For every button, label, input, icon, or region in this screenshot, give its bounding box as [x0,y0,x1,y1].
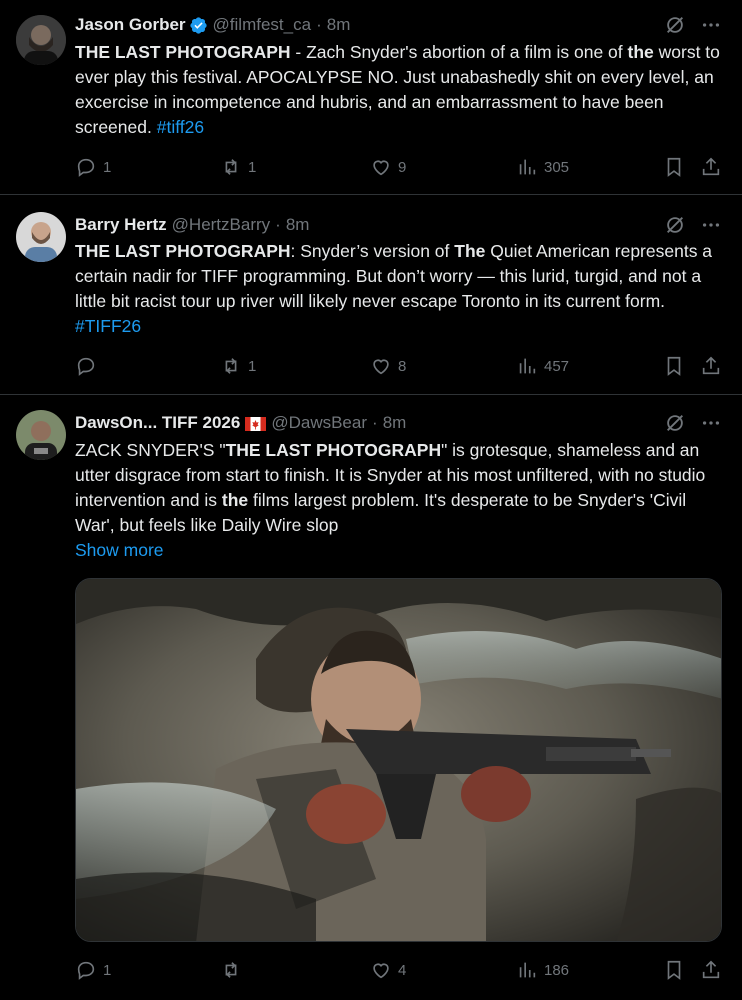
more-icon[interactable] [700,412,722,439]
like-button[interactable]: 8 [370,355,406,377]
avatar[interactable] [16,410,66,460]
like-icon [373,359,389,375]
action-bar: 1 8 457 [75,355,725,379]
reply-button[interactable]: 1 [75,156,111,178]
author-handle[interactable]: @HertzBarry [172,215,271,235]
views-icon [519,962,536,978]
views-count: 186 [544,961,570,979]
tweet[interactable]: DawsOn... TIFF 2026 @DawsBear · 8m ZACK … [0,395,742,1000]
like-count: 9 [398,158,407,176]
timestamp[interactable]: 8m [327,15,351,35]
share-button[interactable] [700,156,722,178]
repost-icon [225,962,237,978]
views-count: 457 [544,357,570,375]
like-icon [373,160,389,176]
text: : Snyder’s version of [290,241,455,261]
share-button[interactable] [700,959,722,981]
media-image[interactable] [75,578,722,942]
reply-icon [77,961,95,980]
repost-button[interactable] [220,959,248,981]
tweet-header: DawsOn... TIFF 2026 @DawsBear · 8m [75,412,406,434]
like-icon [373,963,389,979]
author-name[interactable]: DawsOn... TIFF 2026 [75,413,240,433]
views-count: 305 [544,158,570,176]
reply-button[interactable] [75,355,103,377]
text-bold: THE LAST PHOTOGRAPH [75,241,291,261]
tweet-text: ZACK SNYDER'S "THE LAST PHOTOGRAPH" is g… [75,438,730,563]
share-icon [702,157,720,176]
reply-button[interactable]: 1 [75,959,111,981]
more-icon[interactable] [700,214,722,241]
tweet-top-actions [664,412,722,439]
like-count: 8 [398,357,407,375]
show-more-link[interactable]: Show more [75,540,164,560]
grok-icon[interactable] [664,412,686,439]
tweet-top-actions [664,214,722,241]
share-icon [702,960,720,979]
repost-count: 1 [248,158,257,176]
avatar[interactable] [16,212,66,262]
timestamp[interactable]: 8m [383,413,407,433]
views-icon [519,159,536,175]
share-icon [702,356,720,375]
tweet-text: THE LAST PHOTOGRAPH: Snyder’s version of… [75,239,730,339]
verified-badge-icon [189,16,208,35]
avatar[interactable] [16,15,66,65]
views-icon [519,358,536,374]
tweet-top-actions [664,14,722,41]
hashtag-link[interactable]: #tiff26 [157,117,204,137]
text-bold: THE LAST PHOTOGRAPH [225,440,442,460]
reply-icon [77,158,95,177]
separator: · [372,413,378,432]
bookmark-button[interactable] [663,156,685,178]
like-button[interactable]: 9 [370,156,406,178]
separator: · [275,215,281,234]
tweet[interactable]: Jason Gorber @filmfest_ca · 8m THE LAST … [0,0,742,195]
text-bold: THE LAST PHOTOGRAPH [75,42,291,62]
text-bold: The [454,241,486,261]
bookmark-button[interactable] [663,355,685,377]
text: ZACK SNYDER'S " [75,440,226,460]
views-button[interactable]: 305 [516,156,569,178]
repost-icon [225,358,237,374]
bookmark-icon [667,157,681,177]
reply-icon [77,357,95,376]
canada-flag-icon [245,416,267,431]
grok-icon[interactable] [664,14,686,41]
more-icon[interactable] [700,14,722,41]
tweet-header: Jason Gorber @filmfest_ca · 8m [75,14,350,36]
action-bar: 1 4 186 [75,959,725,983]
action-bar: 1 1 9 305 [75,156,725,180]
bookmark-button[interactable] [663,959,685,981]
like-count: 4 [398,961,407,979]
share-button[interactable] [700,355,722,377]
author-handle[interactable]: @DawsBear [271,413,367,433]
bookmark-icon [667,960,681,980]
text-bold: the [627,42,654,62]
separator: · [316,15,322,34]
grok-icon[interactable] [664,214,686,241]
reply-count: 1 [103,158,112,176]
tweet-text: THE LAST PHOTOGRAPH - Zach Snyder's abor… [75,40,730,140]
text: - Zach Snyder's abortion of a film is on… [290,42,628,62]
views-button[interactable]: 457 [516,355,569,377]
repost-count: 1 [248,357,257,375]
tweet[interactable]: Barry Hertz @HertzBarry · 8m THE LAST PH… [0,195,742,395]
author-handle[interactable]: @filmfest_ca [213,15,312,35]
tweet-header: Barry Hertz @HertzBarry · 8m [75,214,309,236]
views-button[interactable]: 186 [516,959,569,981]
repost-button[interactable]: 1 [220,355,256,377]
repost-icon [225,159,237,175]
author-name[interactable]: Barry Hertz [75,215,167,235]
like-button[interactable]: 4 [370,959,406,981]
author-name[interactable]: Jason Gorber [75,15,186,35]
text-bold: the [221,490,249,510]
bookmark-icon [667,356,681,376]
hashtag-link[interactable]: #TIFF26 [75,316,141,336]
reply-count: 1 [103,961,112,979]
timestamp[interactable]: 8m [286,215,310,235]
repost-button[interactable]: 1 [220,156,256,178]
